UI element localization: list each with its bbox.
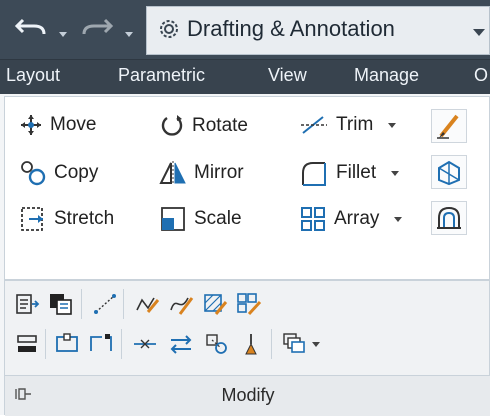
modify-panel: Move Rotate Trim Copy Mirror Fillet Stre… (0, 94, 490, 416)
separator (45, 329, 46, 359)
separator (123, 289, 124, 319)
move-button[interactable]: Move (19, 113, 96, 137)
edit-spline-button[interactable] (165, 289, 197, 319)
hatch-edit-icon (204, 294, 228, 315)
gear-icon (157, 17, 181, 46)
panel-title: Modify (221, 385, 275, 405)
lengthen-icon (94, 294, 116, 314)
fillet-button[interactable]: Fillet (299, 159, 400, 187)
chevron-down-icon[interactable] (473, 29, 485, 36)
mirror-icon (159, 161, 186, 185)
change-properties-button[interactable] (11, 289, 43, 319)
stretch-icon (21, 207, 43, 231)
modify-main-tools: Move Rotate Trim Copy Mirror Fillet Stre… (4, 96, 490, 280)
mirror-button[interactable]: Mirror (159, 159, 244, 187)
stretch-button[interactable]: Stretch (19, 205, 114, 233)
panel-footer[interactable]: Modify (5, 375, 490, 416)
tab-manage[interactable]: Manage (354, 65, 419, 86)
break-at-point-button[interactable] (51, 329, 83, 359)
workspace-label: Drafting & Annotation (187, 16, 395, 41)
draworder-button[interactable] (45, 289, 77, 319)
chevron-down-icon[interactable] (312, 341, 320, 347)
fillet-icon (302, 162, 326, 186)
copy-button[interactable]: Copy (19, 159, 98, 187)
trim-button[interactable]: Trim (299, 113, 397, 137)
copy-nested-button[interactable] (279, 329, 323, 359)
draworder-icon (50, 294, 72, 315)
blend-curves-button[interactable] (201, 329, 233, 359)
separator (81, 289, 82, 319)
redo-dropdown-icon[interactable] (124, 24, 134, 43)
erase-button[interactable] (431, 109, 467, 143)
array-label: Array (334, 208, 380, 229)
copy-label: Copy (54, 162, 99, 183)
move-icon (21, 115, 41, 135)
rotate-button[interactable]: Rotate (159, 113, 248, 139)
explode-icon (438, 160, 460, 186)
break-at-point-icon (56, 333, 78, 352)
join-button[interactable] (129, 329, 161, 359)
overkill-broom-icon (245, 334, 257, 355)
spline-edit-icon (170, 297, 194, 315)
move-label: Move (50, 114, 97, 135)
blend-curves-icon (206, 334, 227, 354)
polyline-edit-icon (136, 297, 160, 313)
edit-hatch-button[interactable] (199, 289, 231, 319)
workspace-switcher[interactable]: Drafting & Annotation (146, 6, 490, 55)
ribbon-tabs: Layout Parametric View Manage O (0, 60, 490, 94)
explode-button[interactable] (431, 155, 467, 189)
separator (121, 329, 122, 359)
array-dropdown-icon[interactable] (394, 216, 403, 222)
edit-list-icon (16, 294, 40, 314)
modify-expanded-tools: Modify (4, 280, 490, 416)
align-icon (17, 335, 37, 352)
undo-dropdown-icon[interactable] (58, 24, 68, 43)
copy-icon (21, 161, 46, 186)
tab-overflow[interactable]: O (474, 65, 488, 86)
edit-array-button[interactable] (233, 289, 265, 319)
separator (271, 329, 272, 359)
overkill-button[interactable] (235, 329, 267, 359)
lengthen-button[interactable] (89, 289, 121, 319)
rotate-icon (161, 115, 183, 136)
offset-button[interactable] (431, 201, 467, 235)
array-button[interactable]: Array (299, 205, 403, 233)
redo-icon[interactable] (80, 14, 114, 46)
edit-polyline-button[interactable] (131, 289, 163, 319)
tab-view[interactable]: View (268, 65, 307, 86)
stacked-objects-icon (283, 333, 305, 353)
scale-label: Scale (194, 208, 242, 229)
rotate-label: Rotate (192, 115, 248, 136)
trim-dropdown-icon[interactable] (388, 122, 397, 128)
mirror-label: Mirror (194, 162, 244, 183)
align-button[interactable] (11, 329, 43, 359)
tab-layout[interactable]: Layout (6, 65, 60, 86)
scale-icon (161, 207, 185, 231)
trim-label: Trim (336, 114, 374, 135)
array-icon (301, 207, 325, 231)
scale-button[interactable]: Scale (159, 205, 242, 233)
fillet-label: Fillet (336, 162, 377, 183)
quick-access-toolbar: Drafting & Annotation (0, 0, 490, 60)
offset-icon (437, 206, 461, 229)
join-icon (134, 339, 156, 349)
tab-parametric[interactable]: Parametric (118, 65, 205, 86)
fillet-dropdown-icon[interactable] (391, 170, 400, 176)
reverse-icon (170, 335, 192, 354)
undo-icon[interactable] (14, 14, 48, 46)
trim-icon (301, 116, 327, 134)
break-icon (90, 334, 112, 351)
reverse-button[interactable] (165, 329, 197, 359)
stretch-label: Stretch (54, 208, 115, 229)
eraser-brush-icon (437, 114, 459, 139)
break-button[interactable] (85, 329, 117, 359)
array-edit-icon (237, 293, 262, 316)
